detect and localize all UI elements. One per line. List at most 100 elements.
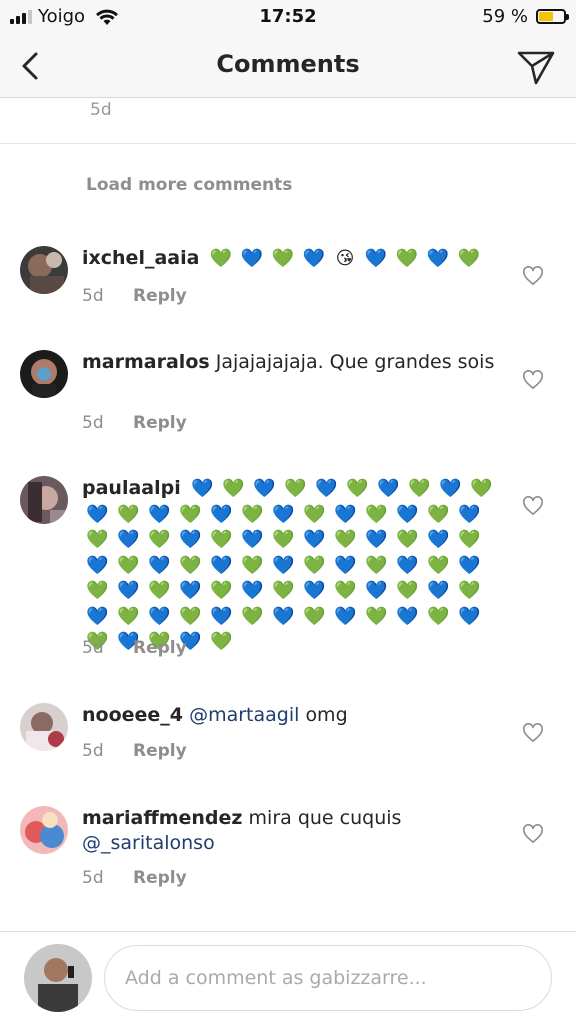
green-heart-icon: 💚 [86,529,109,550]
green-heart-icon: 💚 [272,529,295,550]
green-heart-icon: 💚 [396,580,419,601]
comment-input[interactable] [104,945,552,1011]
blue-heart-icon: 💙 [334,503,357,525]
heart-icon[interactable] [522,496,544,516]
green-heart-icon: 💚 [210,529,233,550]
divider [0,143,576,144]
comment-age: 5d [90,100,112,120]
heart-icon[interactable] [522,723,544,743]
green-heart-icon: 💚 [179,503,202,525]
reply-button[interactable]: Reply [133,868,187,888]
comment-age: 5d [82,868,104,888]
green-heart-icon: 💚 [457,248,481,269]
green-heart-icon: 💚 [209,248,233,269]
green-heart-icon: 💚 [241,503,264,525]
blue-heart-icon: 💙 [210,605,233,627]
avatar[interactable] [20,350,68,398]
emoji-hearts: 💙 💚 💙 💚 💙 💚 💙 💚 💙 💚 💙 💚 💙 💚 💙 💚 💙 💚 💙 💚 💙 💚 💙 💚 💙 💚 💙 💚 💙 💚 💙 💚 💙 💚 💙 💚 💙 💚 💙 💚… [82,478,497,652]
blue-heart-icon: 💙 [458,554,481,576]
green-heart-icon: 💚 [210,580,233,601]
blue-heart-icon: 💙 [148,503,171,525]
comment-username[interactable]: nooeee_4 [82,704,183,726]
blue-heart-icon: 💙 [272,503,295,525]
green-heart-icon: 💚 [222,478,245,499]
paper-plane-icon[interactable] [516,48,556,86]
green-heart-icon: 💚 [117,605,140,627]
battery-icon [536,9,569,24]
comment-meta: 5d Reply [82,741,187,761]
battery-fill [539,12,554,21]
blue-heart-icon: 💙 [377,478,400,499]
user-mention-link[interactable]: @martaagil [189,704,299,726]
green-heart-icon: 💚 [86,580,109,601]
reply-button[interactable]: Reply [133,638,187,658]
comment-text: ixchel_aaia 💚 💙 💚 💙 😘 💙 💚 💙 💚 [82,246,502,272]
blue-heart-icon: 💙 [148,605,171,627]
green-heart-icon: 💚 [365,605,388,627]
avatar[interactable] [20,703,68,751]
kiss-face-icon: 😘 [335,248,355,269]
blue-heart-icon: 💙 [426,248,450,269]
green-heart-icon: 💚 [210,631,233,652]
blue-heart-icon: 💙 [210,554,233,576]
avatar[interactable] [20,806,68,854]
blue-heart-icon: 💙 [86,554,109,576]
blue-heart-icon: 💙 [241,529,264,550]
comment-meta: 5d Reply [82,286,187,306]
blue-heart-icon: 💙 [179,529,202,550]
comment-age: 5d [82,286,104,306]
page-title: Comments [216,50,360,78]
blue-heart-icon: 💙 [148,554,171,576]
comment-text: nooeee_4 @martaagil omg [82,703,502,728]
heart-icon[interactable] [522,824,544,844]
reply-button[interactable]: Reply [133,286,187,306]
blue-heart-icon: 💙 [365,529,388,550]
blue-heart-icon: 💙 [86,503,109,525]
blue-heart-icon: 💙 [241,580,264,601]
comment-username[interactable]: marmaralos [82,351,210,373]
blue-heart-icon: 💙 [191,478,214,499]
comment-message: omg [305,704,348,726]
blue-heart-icon: 💙 [303,529,326,550]
avatar[interactable] [20,246,68,294]
blue-heart-icon: 💙 [365,580,388,601]
green-heart-icon: 💚 [396,529,419,550]
heart-icon[interactable] [522,266,544,286]
comment-username[interactable]: ixchel_aaia [82,247,199,269]
reply-button[interactable]: Reply [133,413,187,433]
blue-heart-icon: 💙 [240,248,264,269]
emoji-hearts: 💚 💙 💚 💙 😘 💙 💚 💙 💚 [205,248,484,269]
reply-button[interactable]: Reply [133,741,187,761]
blue-heart-icon: 💙 [458,605,481,627]
comment-age: 5d [82,413,104,433]
load-more-comments-button[interactable]: Load more comments [86,175,292,195]
blue-heart-icon: 💙 [364,248,388,269]
comment-message: Jajajajajaja. Que grandes sois [215,351,495,373]
avatar[interactable] [20,476,68,524]
green-heart-icon: 💚 [303,554,326,576]
blue-heart-icon: 💙 [315,478,338,499]
blue-heart-icon: 💙 [302,248,326,269]
comment-text: mariaffmendez mira que cuquis @_saritalo… [82,806,502,855]
blue-heart-icon: 💙 [334,554,357,576]
green-heart-icon: 💚 [303,605,326,627]
comment-text: paulaalpi 💙 💚 💙 💚 💙 💚 💙 💚 💙 💚 💙 💚 💙 💚 💙 💚 💙 💚 💙 💚 💙 💚 💙 💚 💙 💚 💙 💚 💙 💚… [82,476,502,655]
blue-heart-icon: 💙 [210,503,233,525]
comment-username[interactable]: paulaalpi [82,477,181,499]
green-heart-icon: 💚 [427,503,450,525]
comment-username[interactable]: mariaffmendez [82,807,242,829]
green-heart-icon: 💚 [427,554,450,576]
heart-icon[interactable] [522,370,544,390]
green-heart-icon: 💚 [365,554,388,576]
green-heart-icon: 💚 [241,554,264,576]
blue-heart-icon: 💙 [253,478,276,499]
green-heart-icon: 💚 [148,580,171,601]
green-heart-icon: 💚 [272,580,295,601]
blue-heart-icon: 💙 [396,605,419,627]
green-heart-icon: 💚 [179,605,202,627]
user-mention-link[interactable]: @_saritalonso [82,832,215,854]
green-heart-icon: 💚 [334,529,357,550]
current-user-avatar [24,944,92,1012]
green-heart-icon: 💚 [346,478,369,499]
green-heart-icon: 💚 [241,605,264,627]
